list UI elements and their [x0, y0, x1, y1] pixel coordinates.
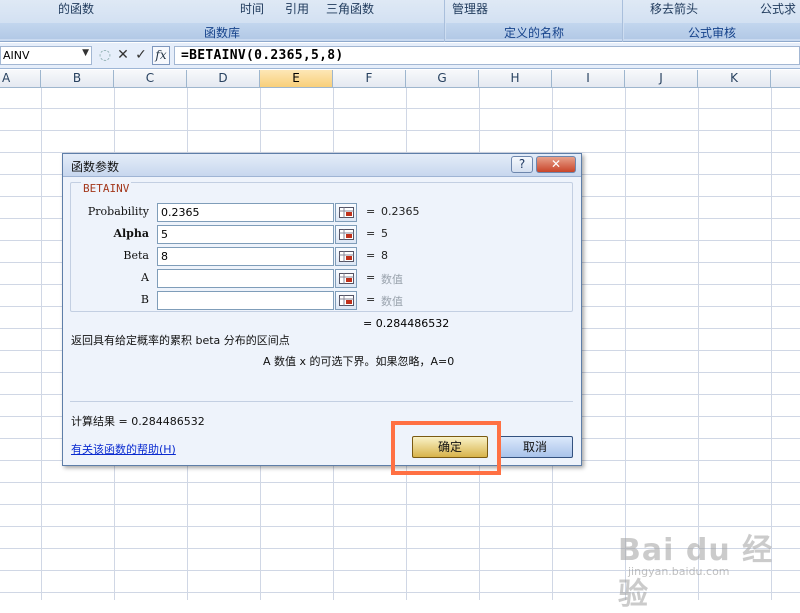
name-box-value: AINV — [3, 49, 30, 62]
probability-input[interactable]: 0.2365 — [157, 203, 334, 222]
arg-equals: = — [366, 293, 376, 306]
ribbon-item-name-manager[interactable]: 管理器 — [452, 0, 488, 17]
scroll-icon: ◌ — [98, 47, 112, 63]
chevron-down-icon[interactable]: ▼ — [82, 48, 89, 58]
range-reference-icon[interactable] — [335, 291, 357, 310]
arg-label: B — [140, 293, 149, 306]
arg-row-b: B = 数值 — [71, 291, 574, 310]
column-header[interactable]: J — [625, 70, 698, 88]
column-header[interactable]: G — [406, 70, 479, 88]
ribbon-item-functions[interactable]: 的函数 — [58, 0, 94, 17]
arg-result: 8 — [381, 249, 388, 262]
ribbon-group-formula-auditing: 移去箭头 公式求 公式审核 — [624, 0, 800, 42]
arg-result: 5 — [381, 227, 388, 240]
ribbon-group-title: 公式审核 — [624, 23, 800, 40]
close-icon[interactable]: ✕ — [536, 156, 576, 173]
arg-result: 数值 — [381, 295, 403, 308]
b-input[interactable] — [157, 291, 334, 310]
range-reference-icon[interactable] — [335, 269, 357, 288]
range-reference-icon[interactable] — [335, 247, 357, 266]
arg-equals: = — [366, 205, 376, 218]
column-header[interactable]: I — [552, 70, 625, 88]
cancel-icon[interactable]: ✕ — [114, 46, 132, 65]
range-reference-icon[interactable] — [335, 225, 357, 244]
range-reference-icon[interactable] — [335, 203, 357, 222]
ribbon-group-function-library: 的函数 时间 引用 三角函数 函数库 — [0, 0, 445, 42]
function-name: BETAINV — [81, 182, 132, 195]
arg-equals: = — [366, 271, 376, 284]
column-header[interactable]: D — [187, 70, 260, 88]
arg-label: A — [141, 271, 149, 284]
beta-input[interactable]: 8 — [157, 247, 334, 266]
help-icon[interactable]: ? — [511, 156, 533, 173]
formula-input[interactable]: =BETAINV(0.2365,5,8) — [174, 46, 800, 65]
arg-row-probability: Probability 0.2365 = 0.2365 — [71, 203, 574, 222]
column-header[interactable]: B — [41, 70, 114, 88]
ribbon-item-time[interactable]: 时间 — [240, 0, 264, 17]
ribbon: 的函数 时间 引用 三角函数 函数库 管理器 定义的名称 移去箭头 公式求 公式… — [0, 0, 800, 42]
arg-equals: = — [366, 227, 376, 240]
alpha-input[interactable]: 5 — [157, 225, 334, 244]
arg-row-a: A = 数值 — [71, 269, 574, 288]
ribbon-item-reference[interactable]: 引用 — [285, 0, 309, 17]
column-header[interactable]: F — [333, 70, 406, 88]
column-header-selected[interactable]: E — [260, 70, 333, 88]
arg-equals: = — [366, 249, 376, 262]
name-box[interactable]: AINV ▼ — [0, 46, 92, 65]
arg-result: 0.2365 — [381, 205, 420, 218]
column-header[interactable]: C — [114, 70, 187, 88]
fx-icon[interactable]: fx — [152, 46, 170, 65]
formula-bar: AINV ▼ ◌ ✕ ✓ fx =BETAINV(0.2365,5,8) — [0, 43, 800, 69]
ribbon-item-show-formulas[interactable]: 公式求 — [760, 0, 796, 17]
column-header[interactable]: K — [698, 70, 771, 88]
arg-label: Alpha — [113, 227, 149, 240]
function-arguments-dialog: 函数参数 ? ✕ BETAINV Probability 0.2365 = 0.… — [62, 153, 582, 466]
argument-description: A 数值 x 的可选下界。如果忽略，A=0 — [263, 355, 455, 368]
arg-row-alpha: Alpha 5 = 5 — [71, 225, 574, 244]
ribbon-group-defined-names: 管理器 定义的名称 — [446, 0, 623, 42]
column-header[interactable] — [771, 70, 800, 88]
arg-label: Beta — [123, 249, 149, 262]
ok-button-highlight — [391, 421, 501, 475]
arguments-group: BETAINV Probability 0.2365 = 0.2365 Alph… — [70, 182, 573, 312]
ribbon-group-title: 定义的名称 — [446, 23, 622, 40]
arg-row-beta: Beta 8 = 8 — [71, 247, 574, 266]
a-input[interactable] — [157, 269, 334, 288]
ribbon-group-title: 函数库 — [0, 23, 444, 40]
watermark: Bai du 经验 jingyan.baidu.com — [598, 515, 798, 612]
divider — [70, 401, 573, 402]
watermark-url: jingyan.baidu.com — [628, 565, 730, 578]
cancel-button[interactable]: 取消 — [497, 436, 573, 458]
ribbon-item-remove-arrows[interactable]: 移去箭头 — [650, 0, 698, 17]
arg-result: 数值 — [381, 273, 403, 286]
dialog-titlebar[interactable]: 函数参数 ? ✕ — [63, 154, 581, 177]
function-help-link[interactable]: 有关该函数的帮助(H) — [71, 441, 176, 457]
enter-icon[interactable]: ✓ — [132, 46, 150, 65]
column-header[interactable]: A — [0, 70, 41, 88]
formula-result: = 0.284486532 — [363, 317, 450, 330]
arg-label: Probability — [87, 205, 149, 218]
ribbon-item-trig[interactable]: 三角函数 — [326, 0, 374, 17]
function-description: 返回具有给定概率的累积 beta 分布的区间点 — [71, 334, 290, 347]
calculation-result: 计算结果 = 0.284486532 — [71, 415, 205, 428]
dialog-title: 函数参数 — [71, 160, 120, 174]
column-header[interactable]: H — [479, 70, 552, 88]
